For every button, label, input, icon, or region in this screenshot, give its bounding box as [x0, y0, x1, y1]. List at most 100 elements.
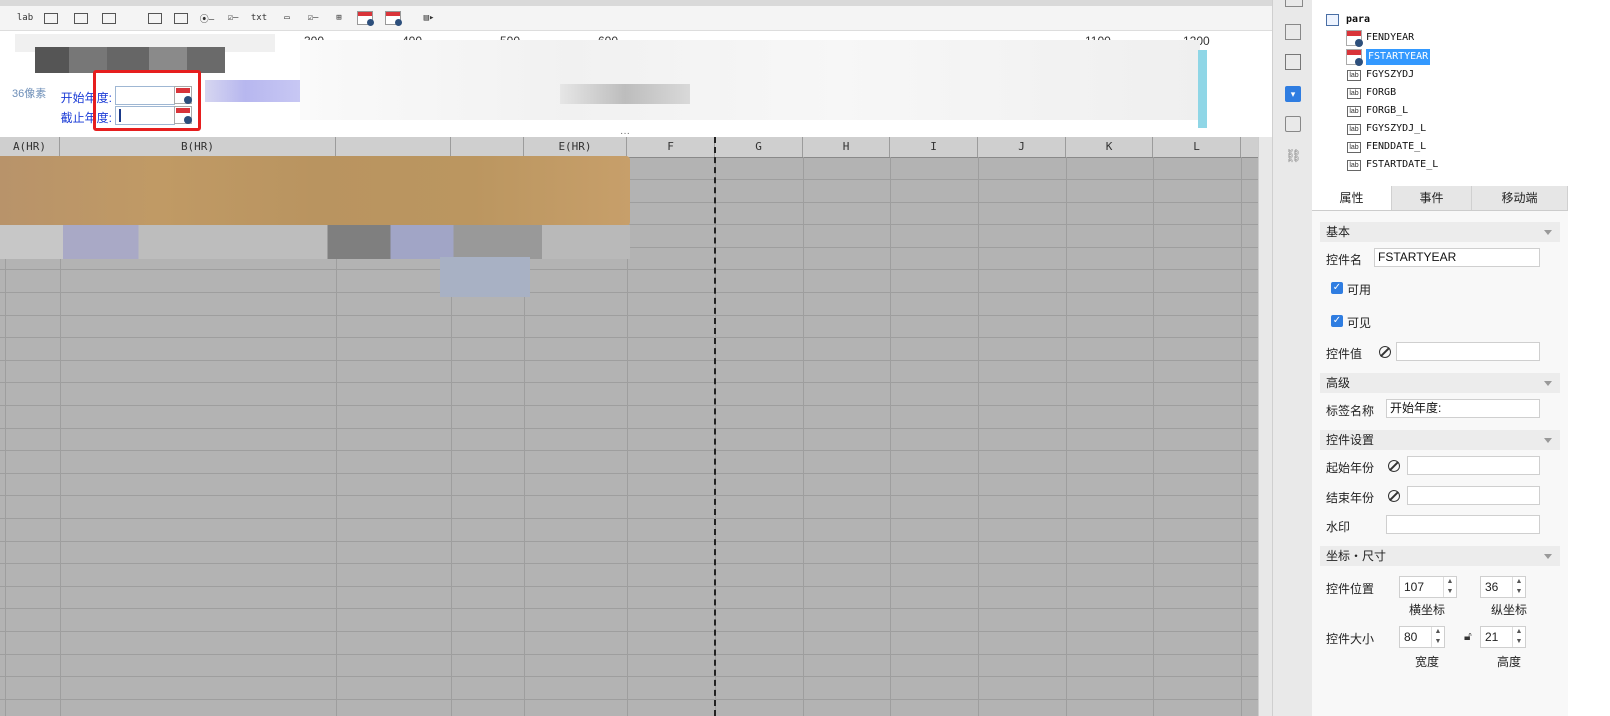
textarea-widget-button[interactable]	[72, 10, 90, 26]
grid-column-line	[1066, 157, 1067, 716]
grid-row-line	[0, 315, 1258, 316]
tag-name-input[interactable]: 开始年度:	[1386, 399, 1540, 418]
para-icon	[1326, 14, 1339, 26]
grid-row-line	[0, 382, 1258, 383]
y-value: 36	[1485, 580, 1499, 594]
grid-row-line	[0, 608, 1258, 609]
grid-row-line	[0, 428, 1258, 429]
tab-properties[interactable]: 属性	[1312, 186, 1392, 210]
tab-mobile[interactable]: 移动端	[1472, 186, 1568, 210]
checkbox-group-button[interactable]: ☑–	[304, 10, 322, 26]
no-value-icon[interactable]	[1388, 490, 1400, 502]
calendar-icon	[1346, 30, 1363, 47]
report-info-icon[interactable]	[1285, 24, 1301, 40]
section-advanced[interactable]: 高级	[1320, 373, 1560, 393]
link-icon[interactable]: ⛓	[1285, 148, 1302, 164]
column-header[interactable]: B(HR)	[60, 137, 336, 157]
x-coordinate-input[interactable]: 107 ▲ ▼	[1399, 576, 1457, 598]
grid-row-line	[0, 563, 1258, 564]
grid-column-line	[1153, 157, 1154, 716]
column-header[interactable]: H	[803, 137, 890, 157]
column-header[interactable]	[336, 137, 451, 157]
start-year-setting-input[interactable]	[1407, 456, 1540, 475]
label-widget-button[interactable]: lab	[16, 10, 34, 26]
column-header[interactable]: G	[715, 137, 803, 157]
properties-panel: 基本 控件名 FSTARTYEAR ✓ 可用 ✓ 可见 控件值 高级 标签名称 …	[1312, 211, 1568, 716]
y-coordinate-input[interactable]: 36 ▲ ▼	[1480, 576, 1526, 598]
tree-item[interactable]: FENDDATE_L	[1366, 139, 1426, 155]
vertical-scrollbar[interactable]	[1258, 137, 1273, 716]
tree-item[interactable]: FENDYEAR	[1366, 30, 1414, 46]
no-value-icon[interactable]	[1379, 346, 1391, 358]
table-icon[interactable]	[1285, 0, 1303, 7]
grid-row-line	[0, 676, 1258, 677]
column-header[interactable]: I	[890, 137, 978, 157]
tree-widget-button[interactable]: ⊞	[330, 10, 348, 26]
button-widget-button[interactable]	[172, 10, 190, 26]
spreadsheet-grid[interactable]: A(HR) B(HR) E(HR) F G H I J K L	[0, 137, 1258, 716]
end-year-setting-label: 结束年份	[1326, 491, 1375, 505]
column-header[interactable]: J	[978, 137, 1066, 157]
spinner-icon[interactable]: ▲ ▼	[1512, 627, 1525, 647]
more-widgets-button[interactable]: ▤▸	[420, 10, 438, 26]
no-value-icon[interactable]	[1388, 460, 1400, 472]
grid-row-line	[0, 292, 1258, 293]
lock-aspect-icon[interactable]: 🔓︎	[1464, 629, 1472, 644]
tree-item[interactable]: FGYSZYDJ_L	[1366, 121, 1426, 137]
visible-checkbox[interactable]: ✓	[1331, 315, 1343, 327]
textbox-widget-button[interactable]	[42, 10, 60, 26]
column-header[interactable]: A(HR)	[0, 137, 60, 157]
column-header[interactable]: F	[627, 137, 715, 157]
panel-resize-edge[interactable]	[1198, 50, 1207, 128]
tree-item-selected[interactable]: FSTARTYEAR	[1366, 49, 1431, 65]
tree-root[interactable]: para	[1346, 12, 1370, 28]
label-icon: lab	[1347, 106, 1361, 117]
enabled-checkbox[interactable]: ✓	[1331, 282, 1343, 294]
grid-row-line	[0, 405, 1258, 406]
tree-item[interactable]: FORGB	[1366, 85, 1396, 101]
widget-name-input[interactable]: FSTARTYEAR	[1374, 248, 1540, 267]
toolbar: lab ⦿– ☑– txt ▭ ☑– ⊞ ▤▸	[0, 0, 1310, 31]
tree-item[interactable]: FORGB_L	[1366, 103, 1408, 119]
password-widget-button[interactable]	[146, 10, 164, 26]
layers-icon[interactable]	[1285, 116, 1301, 132]
grid-row-line	[0, 450, 1258, 451]
text-widget-button[interactable]: txt	[250, 10, 268, 26]
width-input[interactable]: 80 ▲ ▼	[1399, 626, 1445, 648]
column-header[interactable]: E(HR)	[524, 137, 627, 157]
column-header[interactable]: K	[1066, 137, 1153, 157]
column-header[interactable]: L	[1153, 137, 1241, 157]
blurred-region	[205, 80, 305, 102]
spinner-icon[interactable]: ▲ ▼	[1443, 577, 1456, 597]
tree-item[interactable]: FSTARTDATE_L	[1366, 157, 1438, 173]
radio-widget-button[interactable]: ⦿–	[198, 10, 216, 26]
widget-value-input[interactable]	[1396, 342, 1540, 361]
tab-events[interactable]: 事件	[1392, 186, 1472, 210]
combobox-widget-button[interactable]: ▭	[278, 10, 296, 26]
start-year-setting-label: 起始年份	[1326, 461, 1375, 475]
height-caption: 高度	[1497, 655, 1522, 669]
section-position-size[interactable]: 坐标・尺寸	[1320, 546, 1560, 566]
grid-column-line	[978, 157, 979, 716]
height-input[interactable]: 21 ▲ ▼	[1480, 626, 1526, 648]
x-caption: 横坐标	[1409, 603, 1446, 617]
section-widget-settings[interactable]: 控件设置	[1320, 430, 1560, 450]
section-title: 控件设置	[1326, 433, 1375, 447]
tree-item[interactable]: FGYSZYDJ	[1366, 67, 1414, 83]
column-header[interactable]	[451, 137, 524, 157]
section-basic[interactable]: 基本	[1320, 222, 1560, 242]
year-widget-button[interactable]	[384, 10, 402, 26]
date-widget-button[interactable]	[356, 10, 374, 26]
grid-row-line	[0, 541, 1258, 542]
grid-row-line	[0, 337, 1258, 338]
end-year-setting-input[interactable]	[1407, 486, 1540, 505]
spinner-icon[interactable]: ▲ ▼	[1431, 627, 1444, 647]
watermark-input[interactable]	[1386, 515, 1540, 534]
blurred-region	[440, 257, 530, 297]
widget-panel-icon[interactable]: ▾	[1285, 86, 1301, 102]
spinner-icon[interactable]: ▲ ▼	[1512, 577, 1525, 597]
checkbox-widget-button[interactable]: ☑–	[224, 10, 242, 26]
number-widget-button[interactable]	[100, 10, 118, 26]
frame-icon[interactable]	[1285, 54, 1301, 70]
editor-tab-strip	[0, 0, 1310, 6]
